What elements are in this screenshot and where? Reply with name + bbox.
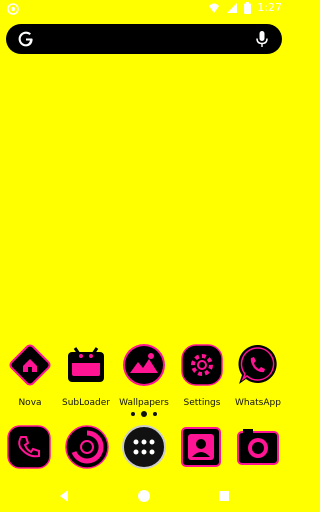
page-dot-active <box>141 411 147 417</box>
contacts-icon[interactable] <box>178 424 224 470</box>
app-label: Nova <box>18 398 42 408</box>
subloader-icon <box>68 347 104 382</box>
app-label: WhatsApp <box>235 398 281 408</box>
app-label: Settings <box>183 398 221 408</box>
app-whatsapp[interactable]: WhatsApp <box>230 342 286 409</box>
back-icon[interactable] <box>56 488 72 504</box>
app-drawer-icon[interactable] <box>121 424 167 470</box>
home-icon[interactable] <box>136 488 152 504</box>
wallpapers-icon <box>123 344 165 386</box>
phone-icon[interactable] <box>6 424 52 470</box>
app-settings[interactable]: Settings <box>174 342 230 409</box>
google-search-bar[interactable] <box>6 24 282 54</box>
recents-icon[interactable] <box>216 488 232 504</box>
battery-icon <box>244 1 252 14</box>
microphone-icon[interactable] <box>252 29 272 49</box>
signal-icon <box>227 2 238 13</box>
app-subloader[interactable]: SubLoader <box>58 342 114 409</box>
camera-icon[interactable] <box>235 424 281 470</box>
notification-circle-icon <box>7 3 19 15</box>
app-label: Wallpapers <box>119 398 169 408</box>
app-nova[interactable]: Nova <box>2 342 58 409</box>
dock <box>0 424 288 476</box>
page-indicator <box>0 409 288 419</box>
whatsapp-icon <box>238 344 277 384</box>
page-dot <box>153 412 157 416</box>
settings-gear-icon <box>181 344 223 386</box>
status-bar: 1:27 <box>0 0 288 18</box>
home-app-row: Nova SubLoader Wallpapers Settings Whats… <box>0 342 288 408</box>
browser-icon[interactable] <box>64 424 110 470</box>
app-wallpapers[interactable]: Wallpapers <box>116 342 172 409</box>
status-time: 1:27 <box>257 1 282 14</box>
app-label: SubLoader <box>62 398 110 408</box>
page-dot <box>131 412 135 416</box>
wifi-icon <box>209 3 220 13</box>
nova-icon <box>9 344 51 386</box>
navigation-bar <box>0 486 288 506</box>
google-g-icon[interactable] <box>16 29 36 49</box>
